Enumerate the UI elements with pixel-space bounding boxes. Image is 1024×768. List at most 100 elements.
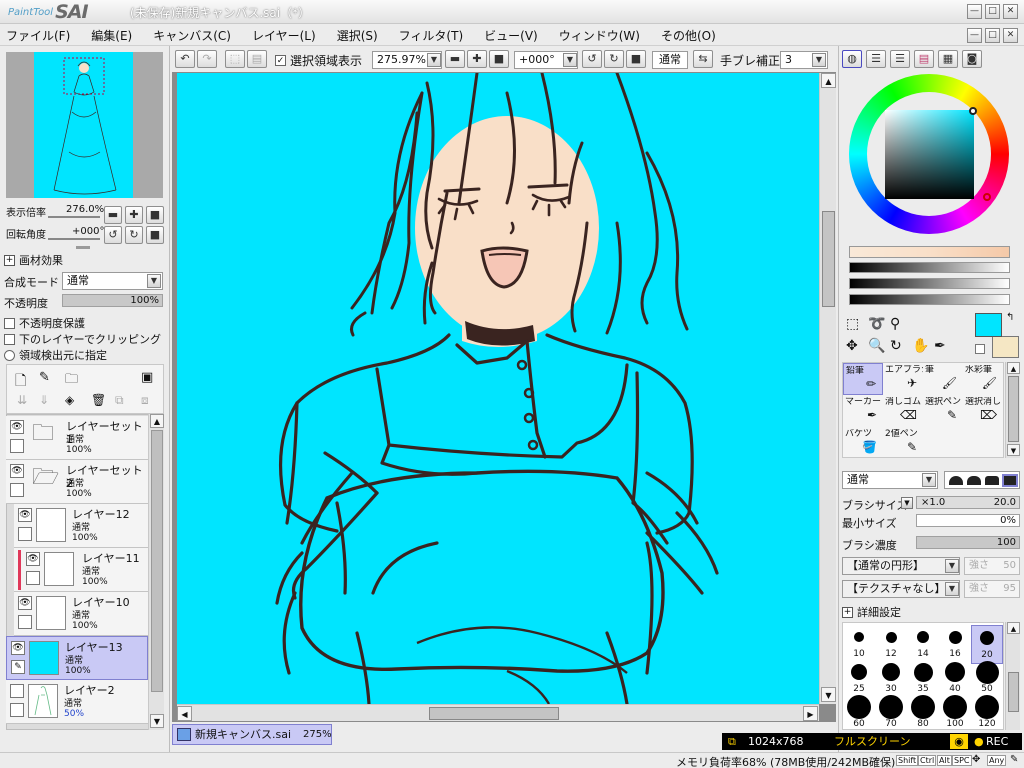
visibility-eye-icon[interactable]: 👁 bbox=[11, 641, 25, 655]
brush-texture-dropdown[interactable]: ▼ bbox=[945, 582, 959, 596]
size-scroll-up[interactable]: ▲ bbox=[1007, 622, 1020, 634]
maximize-button[interactable]: □ bbox=[985, 4, 1000, 19]
tool-airbrush[interactable]: エアブラシ✈ bbox=[883, 363, 923, 395]
menu-view[interactable]: ビュー(V) bbox=[484, 27, 538, 44]
doc-maximize-button[interactable]: □ bbox=[985, 28, 1000, 43]
visibility-eye-icon[interactable]: 👁 bbox=[18, 508, 32, 522]
visibility-toggle[interactable] bbox=[10, 684, 24, 698]
visibility-eye-icon[interactable]: 👁 bbox=[10, 464, 24, 478]
tool-watercolor[interactable]: 水彩筆 🖌 bbox=[963, 363, 1003, 395]
scroll-down-arrow[interactable]: ▼ bbox=[150, 714, 164, 728]
lock-toggle[interactable] bbox=[10, 439, 24, 453]
layer-row-set2[interactable]: 👁 🗁 レイヤーセット2 通常 100% bbox=[6, 460, 148, 504]
deselect-button[interactable]: ⬚ bbox=[225, 50, 245, 68]
lock-toggle[interactable] bbox=[26, 571, 40, 585]
clear-layer-icon[interactable]: ◈ bbox=[65, 393, 74, 407]
detect-source-radio[interactable] bbox=[4, 349, 15, 361]
zoom-out-button[interactable]: ▬ bbox=[445, 50, 465, 68]
tool-binary-pen[interactable]: 2値ペン ✎ bbox=[883, 427, 923, 459]
blend-mode-dropdown[interactable]: ▼ bbox=[147, 274, 161, 288]
brush-size-40[interactable]: 40 bbox=[939, 660, 971, 699]
nav-angle-slider[interactable] bbox=[48, 238, 100, 240]
tool-bucket[interactable]: バケツ 🪣 bbox=[843, 427, 883, 459]
brush-size-25[interactable]: 25 bbox=[843, 660, 875, 699]
drawing-canvas[interactable] bbox=[177, 73, 819, 704]
canvas-scroll-right[interactable]: ▶ bbox=[803, 706, 818, 721]
brush-size-120[interactable]: 120 bbox=[971, 695, 1003, 729]
protect-opacity-checkbox[interactable] bbox=[4, 317, 15, 329]
menu-canvas[interactable]: キャンバス(C) bbox=[153, 27, 231, 44]
rotate-right-button[interactable]: ↻ bbox=[604, 50, 624, 68]
lock-toggle[interactable] bbox=[10, 483, 24, 497]
undo-button[interactable]: ↶ bbox=[175, 50, 195, 68]
brush-edge-selector[interactable] bbox=[944, 471, 1020, 489]
tool-select-pen[interactable]: 選択ペン ✎ bbox=[923, 395, 963, 427]
doc-minimize-button[interactable]: — bbox=[967, 28, 982, 43]
brush-size-14[interactable]: 14 bbox=[907, 625, 939, 664]
visibility-eye-icon[interactable]: 👁 bbox=[10, 420, 24, 434]
scroll-up-arrow[interactable]: ▲ bbox=[150, 414, 164, 428]
layer-row-11[interactable]: 👁 レイヤー11 通常 100% bbox=[14, 548, 148, 592]
brush-shape-select[interactable]: 【通常の円形】 bbox=[842, 557, 960, 575]
rgb-slider-tab[interactable]: ☰ bbox=[866, 50, 886, 68]
nav-rotate-left-button[interactable]: ↺ bbox=[104, 226, 122, 244]
brush-size-slider[interactable]: ×1.0 20.0 bbox=[916, 496, 1020, 509]
new-vector-layer-icon[interactable]: ✎ bbox=[39, 370, 50, 385]
brush-density-slider[interactable]: 100 bbox=[916, 536, 1020, 549]
nav-rotate-reset-button[interactable]: ■ bbox=[146, 226, 164, 244]
magic-wand-icon[interactable]: ⚲ bbox=[890, 316, 900, 332]
move-icon[interactable]: ✥ bbox=[846, 338, 858, 354]
saturation-value-square[interactable] bbox=[885, 110, 974, 199]
brush-size-60[interactable]: 60 bbox=[843, 695, 875, 729]
rotate-left-button[interactable]: ↺ bbox=[582, 50, 602, 68]
option-clipping[interactable]: 下のレイヤーでクリッピング bbox=[4, 331, 161, 347]
layer-row-set1[interactable]: 👁 🗀 レイヤーセット1 通常 100% bbox=[6, 416, 148, 460]
swatch-tab[interactable]: ▦ bbox=[938, 50, 958, 68]
layer-list-scroll-thumb[interactable] bbox=[151, 430, 163, 692]
tool-marker[interactable]: マーカー ✒ bbox=[843, 395, 883, 427]
redo-button[interactable]: ↷ bbox=[197, 50, 217, 68]
zoom-dropdown[interactable]: ▼ bbox=[427, 53, 441, 67]
transparent-color-icon[interactable] bbox=[975, 344, 985, 354]
lock-toggle[interactable] bbox=[18, 615, 32, 629]
secondary-color-swatch[interactable] bbox=[992, 336, 1019, 358]
rotate-icon[interactable]: ↻ bbox=[890, 338, 902, 354]
zoom-reset-button[interactable]: ■ bbox=[489, 50, 509, 68]
visibility-eye-icon[interactable]: 👁 bbox=[18, 596, 32, 610]
swap-colors-icon[interactable]: ↰ bbox=[1006, 312, 1014, 323]
brush-size-16[interactable]: 16 bbox=[939, 625, 971, 664]
flip-button[interactable]: ⇆ bbox=[693, 50, 713, 68]
canvas-scroll-down[interactable]: ▼ bbox=[821, 687, 836, 702]
menu-filter[interactable]: フィルタ(T) bbox=[399, 27, 463, 44]
tool-brush[interactable]: 筆 🖌 bbox=[923, 363, 963, 395]
tool-eraser[interactable]: 消しゴム ⌫ bbox=[883, 395, 923, 427]
layer-mask-icon[interactable]: ▣ bbox=[141, 370, 153, 385]
menu-file[interactable]: ファイル(F) bbox=[6, 27, 70, 44]
brush-size-70[interactable]: 70 bbox=[875, 695, 907, 729]
merge-down-icon[interactable]: ⇓ bbox=[39, 393, 49, 407]
tool-scroll-thumb[interactable] bbox=[1008, 376, 1019, 442]
doc-close-button[interactable]: ✕ bbox=[1003, 28, 1018, 43]
pencil-edit-icon[interactable]: ✎ bbox=[11, 660, 25, 674]
menu-other[interactable]: その他(O) bbox=[661, 27, 716, 44]
brush-size-30[interactable]: 30 bbox=[875, 660, 907, 699]
stabilizer-dropdown[interactable]: ▼ bbox=[812, 53, 826, 67]
brush-texture-select[interactable]: 【テクスチャなし】 bbox=[842, 580, 960, 598]
eyedropper-icon[interactable]: ✒ bbox=[934, 338, 946, 354]
zoom-icon[interactable]: 🔍 bbox=[868, 338, 885, 354]
new-layer-icon[interactable]: 🗋 bbox=[15, 370, 26, 394]
layer-list-scrollbar[interactable]: ▲ ▼ bbox=[148, 414, 164, 730]
brush-size-12[interactable]: 12 bbox=[875, 625, 907, 664]
tool-select-erase[interactable]: 選択消し ⌦ bbox=[963, 395, 1003, 427]
texture-strength-slider[interactable]: 強さ 95 bbox=[964, 580, 1020, 598]
layer-row-10[interactable]: 👁 レイヤー10 通常 100% bbox=[14, 592, 148, 636]
selection-display-checkbox[interactable]: ✓ bbox=[275, 55, 286, 66]
shape-strength-slider[interactable]: 強さ 50 bbox=[964, 557, 1020, 575]
intermediate-color-tab[interactable]: ▤ bbox=[914, 50, 934, 68]
camera-icon[interactable]: ◉ bbox=[950, 734, 968, 749]
opacity-slider[interactable]: 100% bbox=[62, 294, 163, 307]
panel-splitter[interactable] bbox=[76, 246, 90, 249]
merge-visible-icon[interactable]: ⧉ bbox=[115, 393, 124, 408]
layer-row-2[interactable]: レイヤー2 通常 50% bbox=[6, 680, 148, 724]
rotate-reset-button[interactable]: ■ bbox=[626, 50, 646, 68]
